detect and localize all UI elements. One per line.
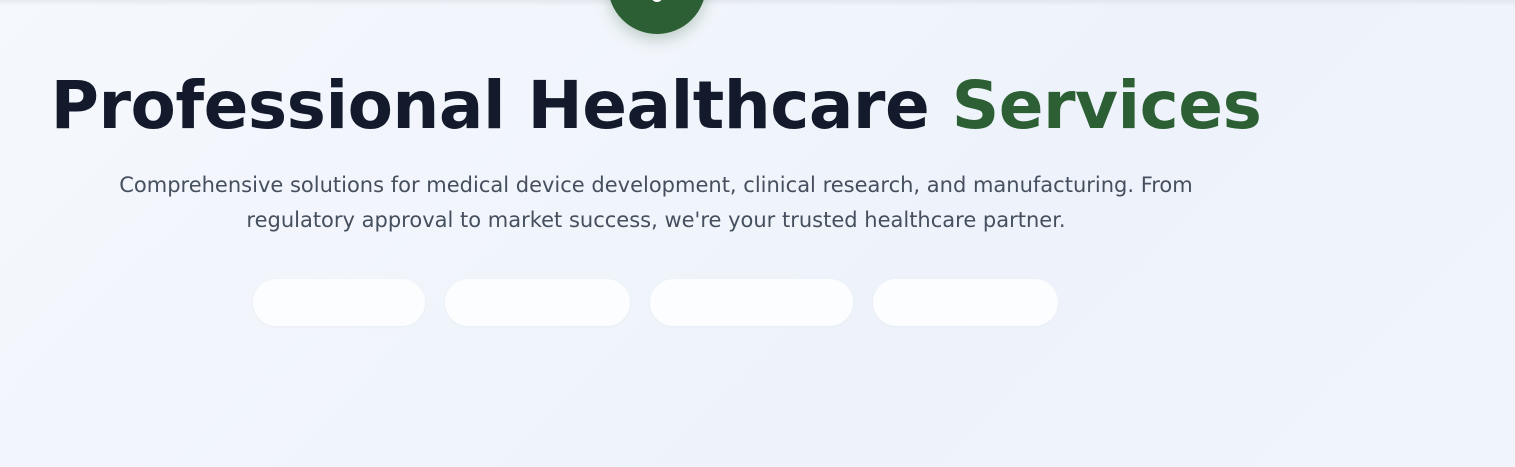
page-title: Professional Healthcare Services <box>0 62 1312 150</box>
header-shadow <box>0 0 1515 6</box>
title-accent: Services <box>951 67 1262 144</box>
filter-pill-4[interactable] <box>873 279 1058 326</box>
gear-icon <box>652 0 662 2</box>
filter-pill-2[interactable] <box>445 279 630 326</box>
service-badge <box>608 0 706 34</box>
filter-pill-3[interactable] <box>650 279 853 326</box>
hero-section: Professional Healthcare Services Compreh… <box>0 62 1312 238</box>
hero-subtitle: Comprehensive solutions for medical devi… <box>119 173 1193 232</box>
title-main: Professional Healthcare <box>50 67 952 144</box>
filter-pill-1[interactable] <box>253 279 425 326</box>
service-filter-pills <box>253 279 1058 326</box>
